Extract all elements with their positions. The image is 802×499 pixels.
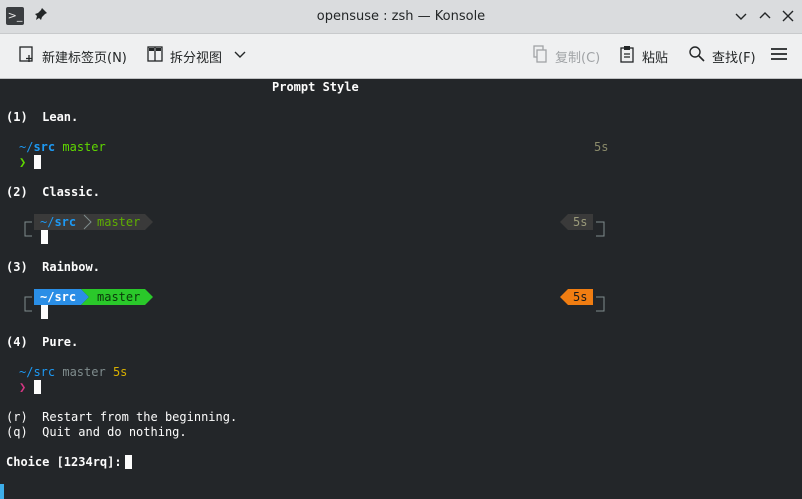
lean-prompt-line: ~/src master (19, 140, 106, 154)
option-pure-label: (4) Pure. (6, 335, 79, 349)
rainbow-dir: ~/src (40, 290, 77, 304)
new-tab-icon (18, 45, 36, 67)
title-bar: >_ opensuse : zsh — Konsole (0, 0, 802, 34)
quit-option: (q) Quit and do nothing. (6, 425, 187, 439)
scrollbar-marker[interactable] (0, 484, 4, 499)
paste-icon (618, 45, 636, 67)
pure-dir: ~/src (19, 365, 56, 379)
lean-dir-name: src (33, 140, 56, 154)
window-title: opensuse : zsh — Konsole (316, 9, 486, 24)
find-button[interactable]: 查找(F) (688, 45, 756, 67)
option-lean-label: (1) Lean. (6, 110, 79, 124)
minimize-button[interactable] (731, 6, 751, 26)
copy-label: 复制(C) (555, 50, 601, 66)
new-tab-button[interactable]: 新建标签页(N) (18, 45, 127, 67)
rainbow-prompt-frame (24, 289, 605, 312)
split-view-label: 拆分视图 (170, 50, 223, 66)
rainbow-branch: master (97, 290, 141, 304)
lean-dir-tilde: ~/ (19, 140, 34, 154)
lean-prompt-char: ❯ (19, 155, 27, 169)
maximize-button[interactable] (755, 6, 775, 26)
option-rainbow-label: (3) Rainbow. (6, 260, 100, 274)
choice-prompt: Choice [1234rq]: (6, 455, 129, 469)
choice-cursor (125, 455, 132, 469)
pure-cursor (34, 380, 41, 394)
lean-cursor (34, 155, 41, 169)
find-label: 查找(F) (712, 50, 756, 66)
new-tab-label: 新建标签页(N) (42, 50, 127, 66)
paste-button[interactable]: 粘贴 (618, 45, 668, 67)
classic-dir-tilde: ~/ (40, 215, 55, 229)
lean-duration: 5s (594, 140, 609, 154)
terminal-area[interactable]: Prompt Style (1) Lean. ~/src master 5s ❯… (0, 79, 802, 499)
close-button[interactable] (778, 6, 798, 26)
split-view-button[interactable]: 拆分视图 (146, 45, 246, 67)
classic-duration: 5s (573, 215, 588, 229)
prompt-style-heading: Prompt Style (272, 80, 359, 94)
chevron-down-icon (234, 48, 246, 64)
paste-label: 粘贴 (642, 50, 669, 66)
classic-branch: master (97, 215, 141, 229)
hamburger-menu-button[interactable] (770, 45, 788, 67)
option-classic-label: (2) Classic. (6, 185, 100, 199)
toolbar: 新建标签页(N) 拆分视图 复制(C) 粘贴 查找(F) (0, 34, 802, 79)
classic-dir-name: src (54, 215, 77, 229)
search-icon (688, 45, 706, 67)
pure-prompt-line: ~/src master 5s (19, 365, 127, 379)
pure-branch: master (62, 365, 106, 379)
classic-cursor (41, 230, 48, 244)
split-view-icon (146, 45, 164, 67)
rainbow-cursor (41, 305, 48, 319)
pure-prompt-char: ❯ (19, 380, 27, 394)
pure-duration: 5s (112, 365, 128, 379)
classic-prompt-frame (24, 214, 605, 237)
hamburger-menu-icon (770, 45, 788, 67)
classic-dir: ~/src (40, 215, 76, 229)
restart-option: (r) Restart from the beginning. (6, 410, 238, 424)
lean-branch: master (62, 140, 106, 154)
rainbow-duration: 5s (573, 290, 588, 304)
copy-icon (531, 45, 549, 67)
copy-button[interactable]: 复制(C) (531, 45, 600, 67)
